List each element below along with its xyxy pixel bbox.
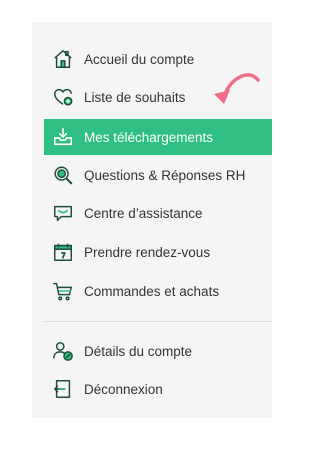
menu-item-label: Accueil du compte (84, 51, 195, 67)
menu-item-label: Questions & Réponses RH (84, 167, 246, 183)
menu-item-questions[interactable]: Questions & Réponses RH (44, 158, 272, 192)
download-tray-icon (52, 126, 74, 148)
calendar-icon (52, 241, 74, 263)
menu-item-label: Détails du compte (84, 343, 193, 359)
annotation-arrow-icon (214, 73, 260, 104)
menu-item-deconnexion[interactable]: Déconnexion (44, 372, 272, 406)
menu-item-label: Commandes et achats (84, 283, 220, 299)
heart-add-icon (52, 86, 74, 108)
cart-icon (52, 280, 74, 302)
menu-item-label: Centre d’assistance (84, 205, 203, 221)
menu-item-rendez-vous[interactable]: Prendre rendez-vous (44, 235, 272, 269)
home-icon (52, 48, 74, 70)
menu-item-commandes[interactable]: Commandes et achats (44, 274, 272, 308)
menu-item-telechargements[interactable]: Mes téléchargements (44, 119, 272, 155)
menu-item-label: Déconnexion (84, 381, 163, 397)
user-edit-icon (52, 340, 74, 362)
menu-item-accueil[interactable]: Accueil du compte (44, 42, 272, 76)
logout-icon (52, 378, 74, 400)
menu-item-assistance[interactable]: Centre d’assistance (44, 196, 272, 230)
menu-item-label: Liste de souhaits (84, 89, 186, 105)
magnifier-icon (52, 164, 74, 186)
menu-item-details-compte[interactable]: Détails du compte (44, 334, 272, 368)
menu-item-label: Prendre rendez-vous (84, 244, 211, 260)
chat-bubble-icon (52, 202, 74, 224)
menu-item-label: Mes téléchargements (84, 129, 214, 145)
menu-divider (44, 321, 272, 322)
